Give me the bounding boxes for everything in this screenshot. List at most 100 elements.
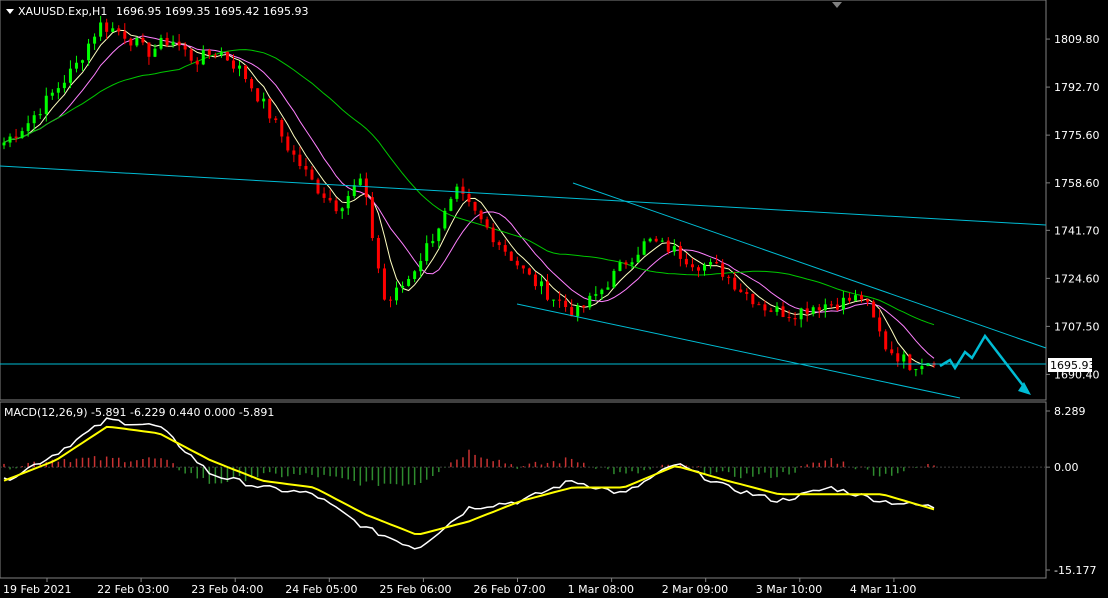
candle-body: [763, 304, 767, 311]
candle-body: [546, 281, 550, 300]
candle-body: [376, 238, 380, 269]
current-price-text: 1695.93: [1050, 359, 1096, 372]
candle-body: [491, 227, 495, 243]
time-tick-label: 1 Mar 08:00: [568, 583, 634, 596]
candle-body: [388, 299, 392, 301]
candle-body: [642, 241, 646, 255]
candle-body: [153, 48, 157, 57]
candle-body: [552, 299, 556, 301]
candle-body: [654, 238, 658, 242]
time-tick-label: 4 Mar 11:00: [850, 583, 916, 596]
candle-body: [213, 54, 217, 56]
candle-body: [135, 37, 139, 46]
candle-body: [787, 316, 791, 319]
candle-body: [926, 363, 930, 367]
candle-body: [147, 42, 151, 57]
candle-body: [775, 306, 779, 312]
price-tick-label: 1707.50: [1054, 320, 1100, 333]
candle-body: [177, 41, 181, 46]
candle-body: [866, 299, 870, 302]
candle-body: [684, 258, 688, 265]
price-tick-label: 1741.70: [1054, 224, 1100, 237]
candle-body: [896, 353, 900, 362]
candle-body: [600, 289, 604, 295]
candle-body: [50, 92, 54, 96]
candle-body: [733, 277, 737, 290]
candle-body: [473, 201, 477, 211]
macd-tick-label: -15.177: [1054, 564, 1096, 577]
candle-body: [358, 178, 362, 186]
candle-body: [757, 304, 761, 306]
time-tick-label: 23 Feb 04:00: [191, 583, 263, 596]
candle-body: [111, 28, 115, 32]
macd-header: MACD(12,26,9) -5.891 -6.229 0.440 0.000 …: [4, 406, 274, 419]
candle-body: [485, 219, 489, 228]
candle-body: [612, 270, 616, 288]
candle-body: [425, 243, 429, 261]
candle-body: [914, 369, 918, 371]
candle-body: [105, 22, 109, 32]
candle-body: [81, 60, 85, 63]
candle-body: [256, 88, 260, 102]
candle-body: [407, 278, 411, 286]
candle-body: [286, 136, 290, 151]
candle-body: [201, 50, 205, 65]
trading-chart: 1809.80 1792.70 1775.60 1758.60 1741.70 1724.…: [0, 0, 1108, 598]
candle-body: [811, 307, 815, 314]
candle-body: [847, 297, 851, 301]
candle-body: [189, 49, 193, 61]
candle-body: [26, 123, 30, 132]
candle-body: [141, 37, 145, 43]
candle-body: [690, 264, 694, 268]
time-tick-label: 22 Feb 03:00: [97, 583, 169, 596]
candle-body: [8, 136, 12, 143]
candle-body: [533, 274, 537, 287]
candle-body: [413, 271, 417, 279]
candle-body: [250, 79, 254, 89]
candle-body: [68, 68, 72, 83]
candle-body: [244, 65, 248, 80]
candle-body: [479, 210, 483, 220]
ohlc-values: 1696.95 1699.35 1695.42 1695.93: [116, 5, 308, 18]
symbol-label: XAUUSD.Exp,H1: [18, 5, 107, 18]
candle-body: [860, 295, 864, 300]
candle-body: [606, 287, 610, 290]
candle-body: [799, 308, 803, 320]
candle-body: [527, 268, 531, 275]
price-tick-label: 1724.60: [1054, 272, 1100, 285]
candle-body: [564, 300, 568, 308]
candle-body: [576, 305, 580, 317]
candle-body: [87, 43, 91, 61]
candle-body: [793, 318, 797, 320]
candle-body: [32, 115, 36, 124]
candle-body: [884, 331, 888, 350]
candle-body: [74, 62, 78, 69]
candle-body: [231, 60, 235, 69]
candle-body: [648, 238, 652, 242]
candle-body: [703, 264, 707, 271]
candle-body: [624, 262, 628, 265]
current-price-label: 1695.93: [1048, 358, 1096, 372]
candle-body: [274, 118, 278, 121]
candle-body: [207, 50, 211, 55]
candle-body: [99, 22, 103, 37]
candle-body: [841, 297, 845, 310]
candle-body: [515, 260, 519, 266]
candle-body: [225, 51, 229, 61]
candle-body: [594, 294, 598, 296]
candle-body: [709, 262, 713, 265]
price-tick-label: 1792.70: [1054, 81, 1100, 94]
candle-body: [352, 185, 356, 197]
candle-body: [334, 200, 338, 212]
macd-tick-label: 0.00: [1054, 461, 1079, 474]
candle-body: [660, 240, 664, 242]
candle-body: [129, 38, 133, 46]
candle-body: [322, 193, 326, 198]
candle-body: [509, 251, 513, 261]
candle-body: [449, 198, 453, 211]
candle-body: [618, 262, 622, 271]
candle-body: [539, 281, 543, 287]
candle-body: [672, 246, 676, 252]
candle-body: [93, 36, 97, 44]
candle-body: [872, 301, 876, 318]
